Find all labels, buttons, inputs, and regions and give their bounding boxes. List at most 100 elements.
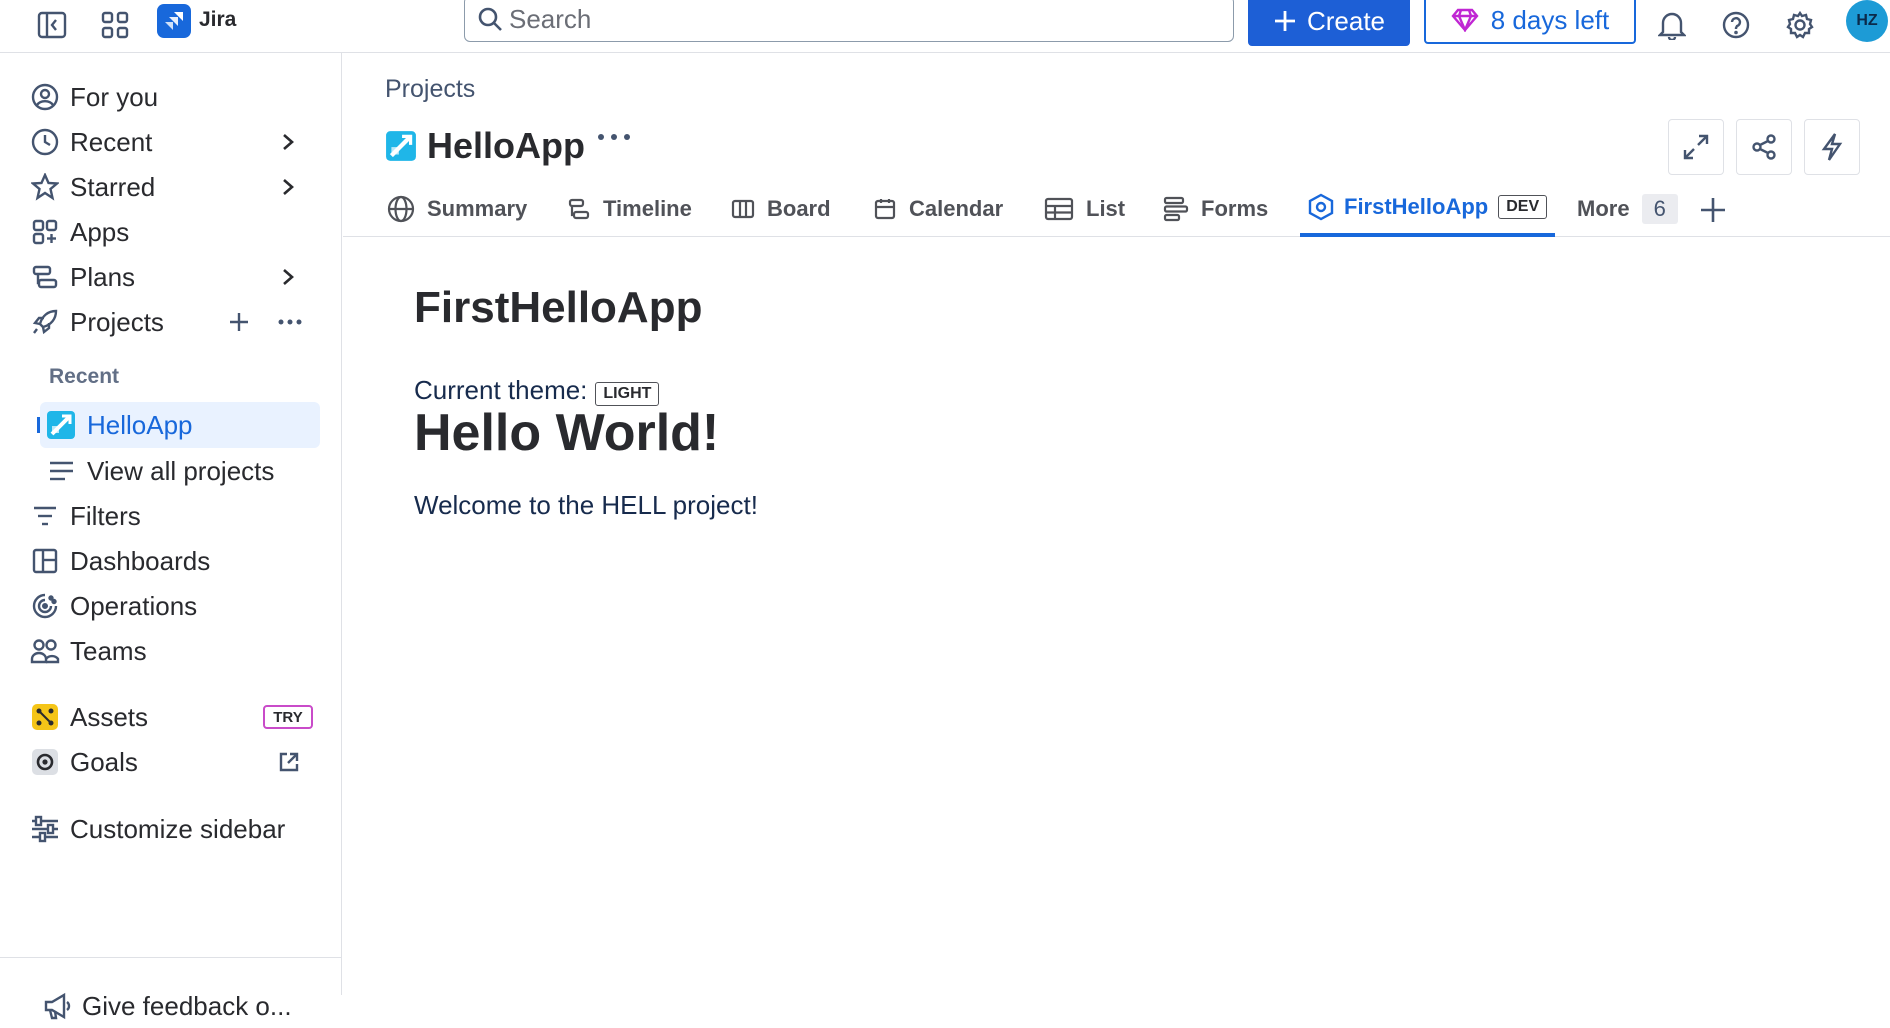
operations-icon <box>28 589 62 623</box>
sidebar: For you Recent Starred Apps Plans Projec… <box>0 53 342 1021</box>
project-header: HelloApp <box>385 125 585 167</box>
tab-timeline[interactable]: Timeline <box>567 181 692 237</box>
project-tabs: Summary Timeline Board Calendar List For… <box>343 181 1890 237</box>
calendar-icon <box>874 199 896 220</box>
avatar[interactable]: HZ <box>1846 0 1888 42</box>
sidebar-item-goals[interactable]: Goals <box>0 740 342 784</box>
sidebar-item-label: Dashboards <box>70 545 211 576</box>
assets-icon <box>28 700 62 734</box>
fullscreen-button[interactable] <box>1668 119 1724 175</box>
sidebar-item-for-you[interactable]: For you <box>0 75 342 119</box>
search-placeholder: Search <box>509 3 592 34</box>
plus-icon <box>1701 198 1725 222</box>
add-project-icon[interactable] <box>228 311 250 333</box>
add-tab-button[interactable] <box>1698 181 1728 237</box>
megaphone-icon <box>40 989 74 1023</box>
search-icon <box>478 7 502 31</box>
tab-more[interactable]: More 6 <box>1577 181 1678 237</box>
sidebar-item-teams[interactable]: Teams <box>0 629 342 673</box>
sidebar-item-plans[interactable]: Plans <box>0 255 342 299</box>
search-input[interactable]: Search <box>464 0 1234 42</box>
share-button[interactable] <box>1736 119 1792 175</box>
sidebar-item-label: HelloApp <box>87 409 193 440</box>
tab-board[interactable]: Board <box>731 181 831 237</box>
jira-logo[interactable] <box>157 4 191 38</box>
gem-icon <box>1451 8 1479 32</box>
create-label: Create <box>1306 5 1386 36</box>
sidebar-item-label: Recent <box>70 126 153 157</box>
bell-icon[interactable] <box>1652 5 1692 45</box>
list-icon <box>44 454 78 488</box>
sidebar-item-label: Assets <box>70 701 149 732</box>
people-icon <box>28 634 62 668</box>
theme-label: Current theme: <box>414 375 588 405</box>
page-title: HelloApp <box>427 125 585 166</box>
project-avatar-icon <box>44 408 78 442</box>
tab-calendar[interactable]: Calendar <box>873 181 1003 237</box>
automation-button[interactable] <box>1804 119 1860 175</box>
welcome-text: Welcome to the HELL project! <box>414 490 758 520</box>
chevron-right-icon[interactable] <box>280 267 296 287</box>
share-icon <box>1752 134 1776 160</box>
sidebar-item-label: Customize sidebar <box>70 813 286 844</box>
breadcrumb[interactable]: Projects <box>385 75 475 104</box>
sidebar-view-all-projects[interactable]: View all projects <box>0 449 342 493</box>
main-content: Projects HelloApp Summary Timeline Board… <box>343 53 1890 995</box>
dev-badge: DEV <box>1498 195 1548 219</box>
app-title: FirstHelloApp <box>414 283 703 332</box>
tab-firsthelloapp[interactable]: FirstHelloApp DEV <box>1300 181 1556 237</box>
tab-label: Forms <box>1201 196 1269 221</box>
app-hexagon-icon <box>1308 193 1334 221</box>
tab-list[interactable]: List <box>1044 181 1125 237</box>
tab-forms[interactable]: Forms <box>1163 181 1268 237</box>
theme-line: Current theme: LIGHT <box>414 375 660 406</box>
tab-label: FirstHelloApp <box>1344 194 1489 219</box>
user-circle-icon <box>28 80 62 114</box>
timeline-icon <box>568 198 590 220</box>
give-feedback-button[interactable]: Give feedback o... <box>0 984 342 1028</box>
sidebar-item-starred[interactable]: Starred <box>0 165 342 209</box>
trial-button[interactable]: 8 days left <box>1424 0 1636 44</box>
globe-icon <box>387 195 415 223</box>
sidebar-toggle-icon[interactable] <box>32 5 72 45</box>
sidebar-item-label: Give feedback o... <box>82 990 292 1021</box>
sidebar-customize[interactable]: Customize sidebar <box>0 807 342 851</box>
sidebar-item-label: Goals <box>70 746 138 777</box>
recent-section-label: Recent <box>49 365 120 388</box>
tab-label: List <box>1086 196 1126 221</box>
try-badge: TRY <box>263 705 313 729</box>
plans-icon <box>28 260 62 294</box>
app-switcher-icon[interactable] <box>95 5 135 45</box>
goals-icon <box>28 745 62 779</box>
table-icon <box>1044 197 1074 221</box>
trial-label: 8 days left <box>1490 4 1610 35</box>
chevron-right-icon[interactable] <box>280 132 296 152</box>
sidebar-item-recent[interactable]: Recent <box>0 120 342 164</box>
sidebar-item-projects[interactable]: Projects <box>0 300 342 344</box>
lightning-icon <box>1821 133 1843 161</box>
tab-summary[interactable]: Summary <box>387 181 527 237</box>
external-link-icon[interactable] <box>278 751 300 773</box>
dashboard-icon <box>28 544 62 578</box>
gear-icon[interactable] <box>1780 5 1820 45</box>
sidebar-item-filters[interactable]: Filters <box>0 494 342 538</box>
apps-grid-icon <box>28 215 62 249</box>
sidebar-item-assets[interactable]: Assets TRY <box>0 695 342 739</box>
sidebar-item-dashboards[interactable]: Dashboards <box>0 539 342 583</box>
tab-label: Board <box>767 196 831 221</box>
project-more-icon[interactable] <box>597 133 631 141</box>
sidebar-project-helloapp[interactable]: HelloApp <box>0 403 342 447</box>
sidebar-item-label: For you <box>70 81 159 112</box>
theme-badge: LIGHT <box>595 381 660 406</box>
count-badge: 6 <box>1641 194 1678 224</box>
sidebar-item-label: Plans <box>70 261 136 292</box>
more-options-icon[interactable] <box>278 318 302 326</box>
sidebar-item-apps[interactable]: Apps <box>0 210 342 254</box>
rocket-icon <box>28 305 62 339</box>
create-button[interactable]: Create <box>1248 0 1410 46</box>
chevron-right-icon[interactable] <box>280 177 296 197</box>
help-icon[interactable] <box>1716 5 1756 45</box>
sidebar-item-operations[interactable]: Operations <box>0 584 342 628</box>
sidebar-item-label: Operations <box>70 590 198 621</box>
filter-icon <box>28 499 62 533</box>
